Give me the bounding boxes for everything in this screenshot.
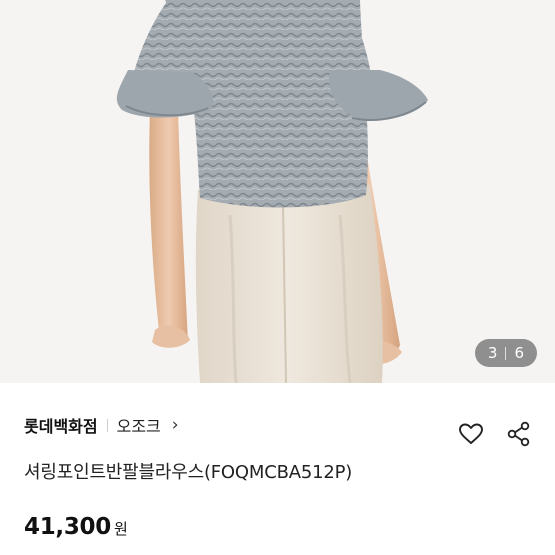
shop-name[interactable]: 오조크 (117, 413, 161, 437)
brand-name[interactable]: 롯데백화점 (24, 413, 98, 437)
share-icon[interactable] (505, 420, 533, 448)
heart-icon[interactable] (457, 420, 485, 448)
chevron-right-icon[interactable]: › (172, 415, 179, 435)
image-counter-divider (505, 346, 507, 360)
image-counter-total: 6 (514, 344, 524, 362)
product-title: 셔링포인트반팔블라우스(FOQMCBA512P) (24, 462, 353, 483)
image-counter: 3 6 (474, 339, 537, 367)
image-counter-current: 3 (487, 344, 498, 362)
brand-divider (106, 418, 108, 432)
price-currency: 원 (113, 520, 128, 538)
price-row: 41,300 원 (24, 514, 128, 540)
brand-row: 롯데백화점 오조크 › (24, 412, 179, 438)
product-image[interactable]: 3 6 (0, 0, 555, 383)
product-photo-illustration (116, 0, 428, 383)
product-actions (457, 420, 533, 448)
product-price: 41,300 (24, 514, 111, 540)
